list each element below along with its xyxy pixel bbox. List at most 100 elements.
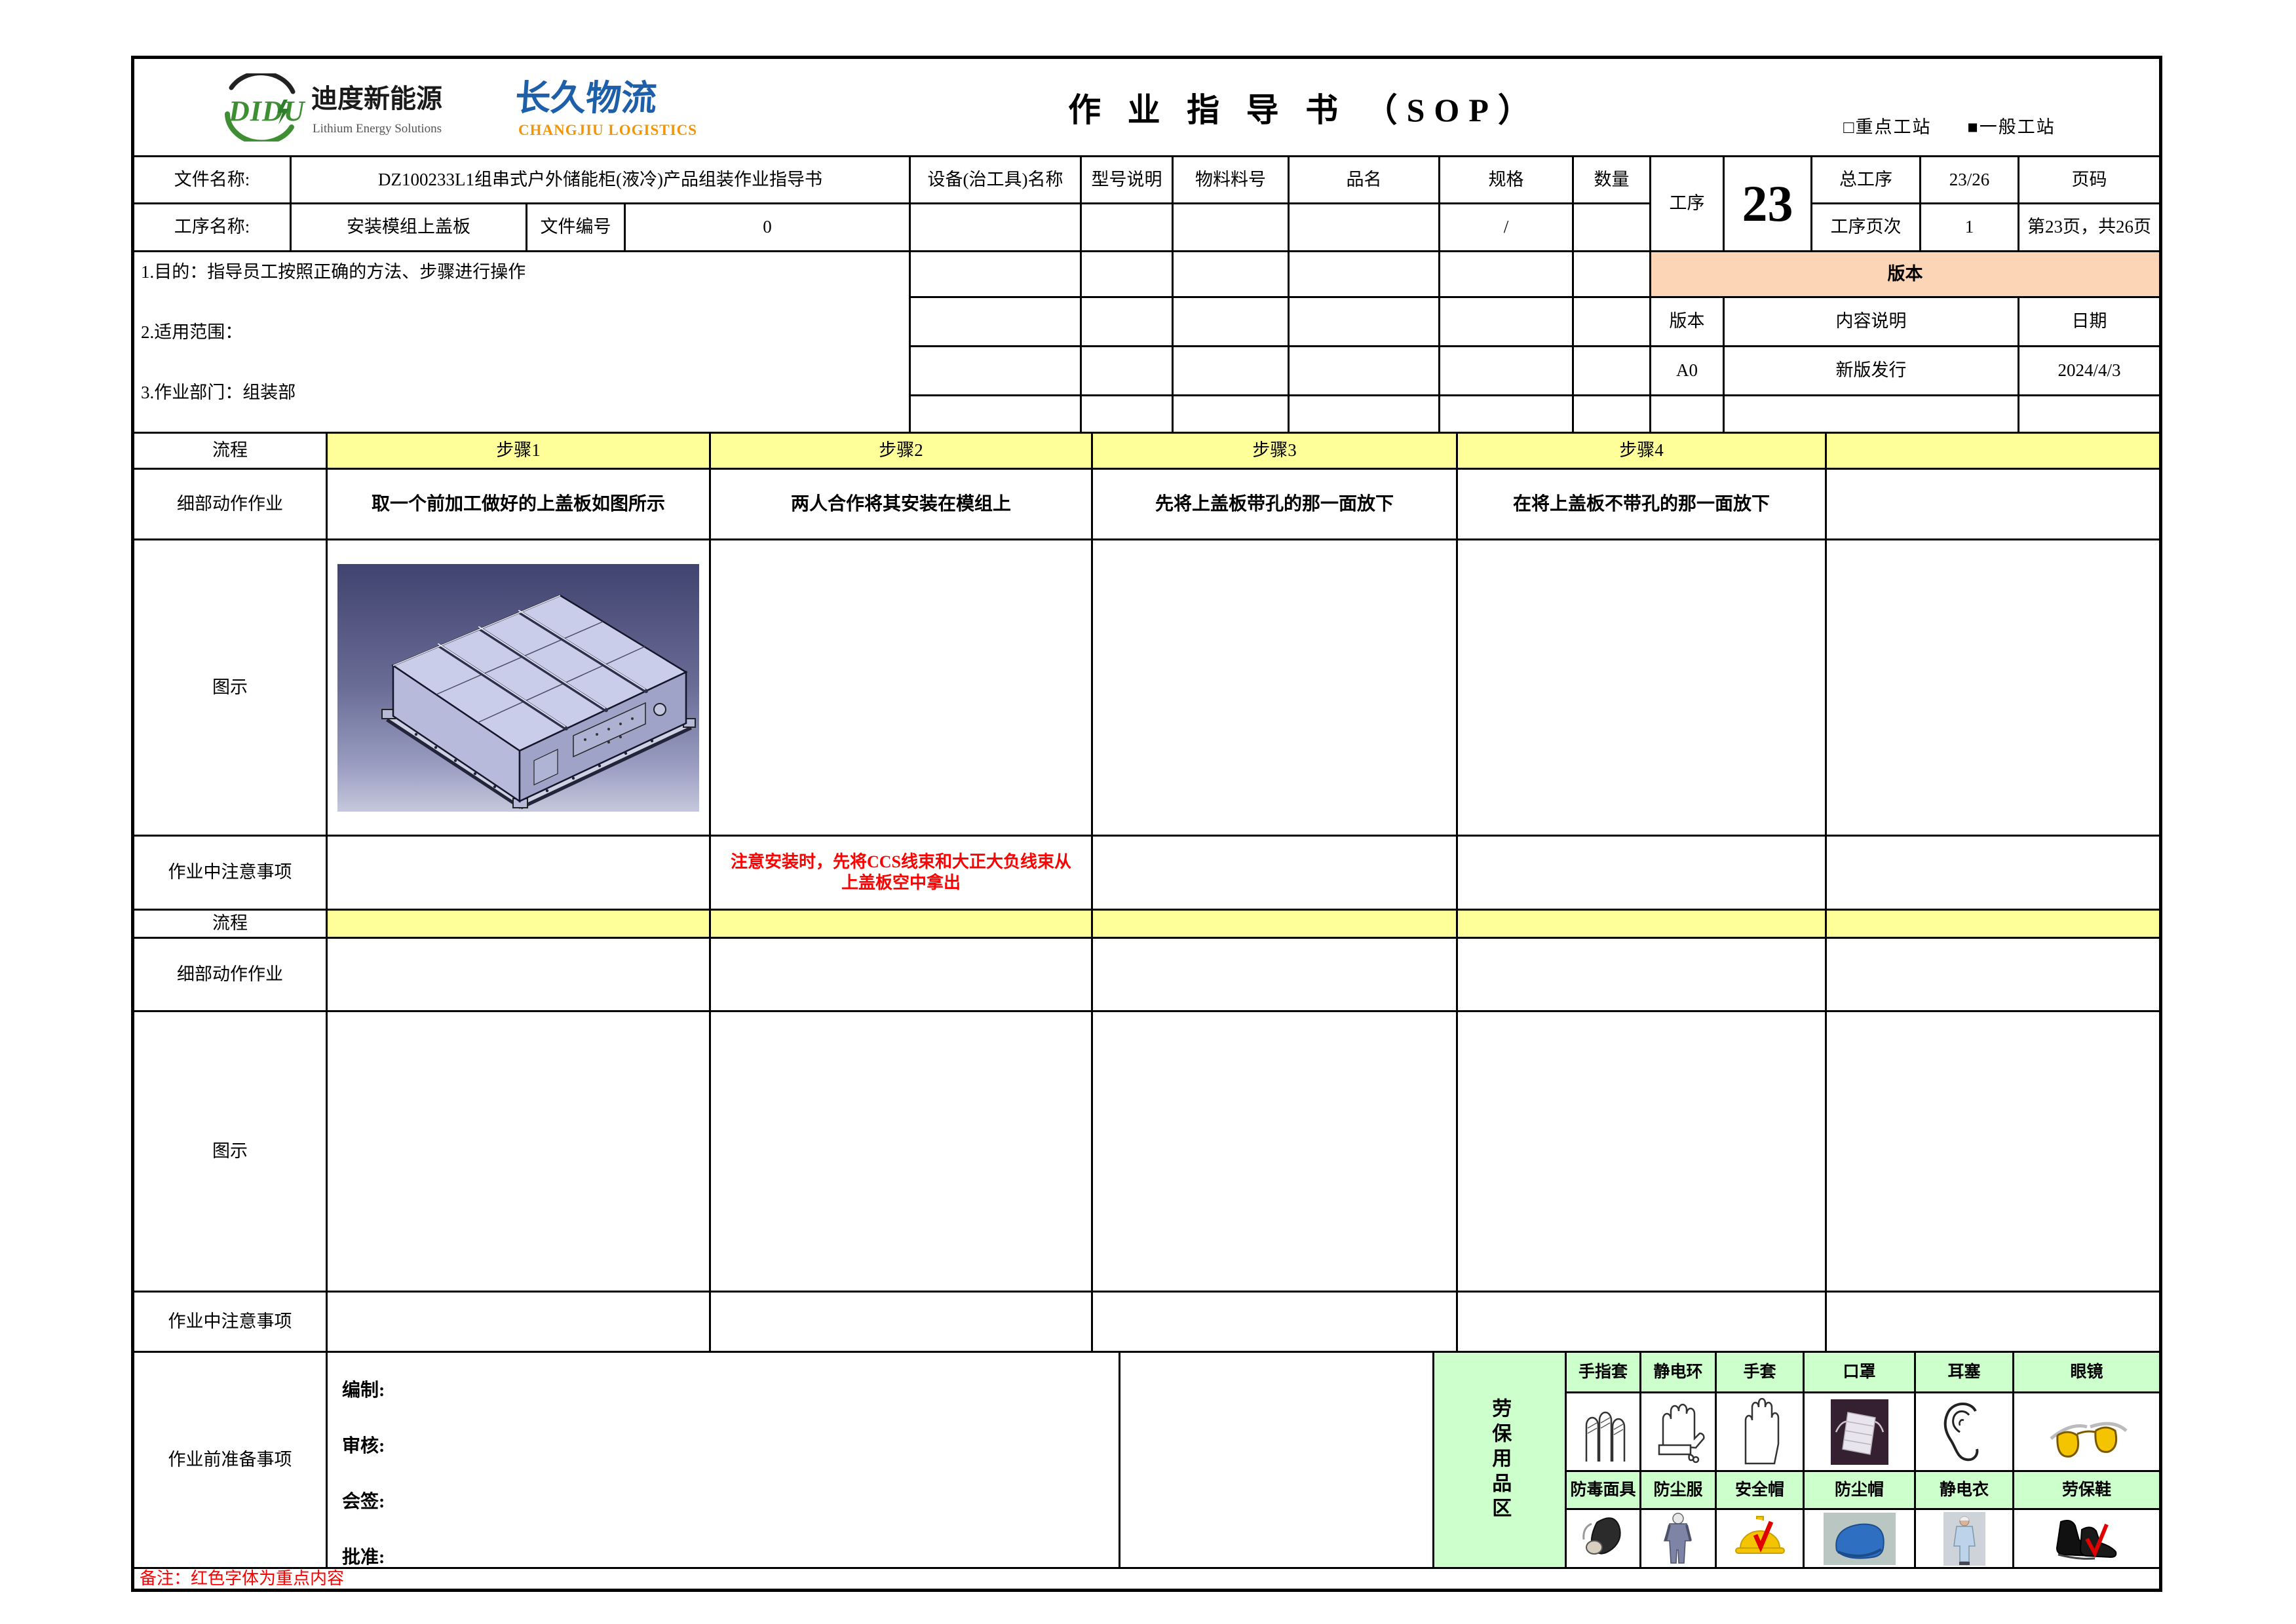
empty-cell bbox=[1574, 298, 1651, 347]
empty-cell bbox=[1093, 540, 1458, 837]
reviewed-by-label: 审核: bbox=[342, 1435, 385, 1458]
scope-line: 2.适用范围： bbox=[141, 322, 242, 344]
ppe-label-dust-suit: 防尘服 bbox=[1641, 1472, 1717, 1510]
empty-cell bbox=[1458, 1012, 1827, 1293]
doc-no-value: 0 bbox=[626, 204, 911, 252]
ear-icon bbox=[1935, 1398, 1994, 1466]
empty-cell bbox=[328, 837, 711, 911]
flow-label-2: 流程 bbox=[134, 911, 328, 939]
empty-step-header bbox=[1827, 911, 2159, 939]
ppe-label-helmet: 安全帽 bbox=[1717, 1472, 1805, 1510]
empty-cell bbox=[711, 1012, 1093, 1293]
doc-name-value: DZ100233L1组串式户外储能柜(液冷)产品组装作业指导书 bbox=[292, 157, 911, 204]
doc-name-label: 文件名称: bbox=[134, 157, 292, 204]
empty-cell bbox=[1827, 470, 2159, 540]
qty-label: 数量 bbox=[1574, 157, 1651, 204]
empty-cell bbox=[911, 252, 1082, 298]
empty-step-header bbox=[1458, 911, 1827, 939]
doc-no-label: 文件编号 bbox=[527, 204, 626, 252]
empty-cell bbox=[1827, 1293, 2159, 1353]
version-desc-label: 内容说明 bbox=[1725, 298, 2019, 347]
detail-action-label-2: 细部动作作业 bbox=[134, 939, 328, 1012]
diagram-label: 图示 bbox=[134, 540, 328, 837]
finger-cots-icon bbox=[1577, 1399, 1630, 1465]
caution-label-2: 作业中注意事项 bbox=[134, 1293, 328, 1353]
material-label: 物料料号 bbox=[1174, 157, 1290, 204]
station-type-legend: □重点工站 ■一般工站 bbox=[1740, 77, 2159, 138]
empty-cell bbox=[1440, 252, 1574, 298]
empty-cell bbox=[1458, 939, 1827, 1012]
empty-cell bbox=[1174, 298, 1290, 347]
page-seq-value: 1 bbox=[1921, 204, 2019, 252]
empty-cell bbox=[1093, 837, 1458, 911]
empty-cell bbox=[1093, 1012, 1458, 1293]
empty-cell bbox=[1082, 204, 1174, 252]
empty-cell bbox=[711, 1293, 1093, 1353]
empty-cell bbox=[1082, 347, 1174, 396]
empty-cell bbox=[1082, 298, 1174, 347]
header-band: DIDU 迪度新能源 Lithium Energy Solutions 长久物流… bbox=[134, 59, 2159, 157]
empty-cell bbox=[911, 298, 1082, 347]
empty-cell bbox=[1120, 1353, 1434, 1569]
ppe-icon-cell bbox=[1916, 1393, 2014, 1472]
empty-step-header bbox=[1827, 434, 2159, 470]
empty-cell bbox=[1082, 396, 1174, 434]
ppe-label-earplugs: 耳塞 bbox=[1916, 1353, 2014, 1393]
empty-cell bbox=[1093, 1293, 1458, 1353]
prep-label: 作业前准备事项 bbox=[134, 1353, 328, 1569]
spec-label: 规格 bbox=[1440, 157, 1574, 204]
ppe-icon-cell bbox=[1805, 1510, 1916, 1569]
footer-note: 备注：红色字体为重点内容 bbox=[134, 1569, 2159, 1589]
empty-cell bbox=[1574, 396, 1651, 434]
process-number: 23 bbox=[1725, 157, 1812, 252]
sop-sheet: DIDU 迪度新能源 Lithium Energy Solutions 长久物流… bbox=[0, 0, 2296, 1624]
step1-detail: 取一个前加工做好的上盖板如图所示 bbox=[328, 470, 711, 540]
empty-cell bbox=[1290, 252, 1440, 298]
empty-cell bbox=[1827, 837, 2159, 911]
empty-cell bbox=[1174, 204, 1290, 252]
spec-value: / bbox=[1440, 204, 1574, 252]
empty-cell bbox=[1458, 540, 1827, 837]
ppe-icon-cell bbox=[2014, 1393, 2159, 1472]
step1-header: 步骤1 bbox=[328, 434, 711, 470]
esd-wrist-strap-icon bbox=[1650, 1399, 1706, 1465]
empty-cell bbox=[328, 1012, 711, 1293]
general-station-checkbox: ■一般工站 bbox=[1968, 113, 2056, 138]
empty-cell bbox=[328, 939, 711, 1012]
total-process-label: 总工序 bbox=[1812, 157, 1921, 204]
ppe-label-respirator: 防毒面具 bbox=[1567, 1472, 1641, 1510]
prepared-by-label: 编制: bbox=[342, 1379, 385, 1402]
didu-logo-icon: DIDU 迪度新能源 Lithium Energy Solutions bbox=[213, 73, 488, 142]
empty-cell bbox=[1458, 1293, 1827, 1353]
department-line: 3.作业部门：组装部 bbox=[141, 382, 296, 404]
ppe-label-esd-strap: 静电环 bbox=[1641, 1353, 1717, 1393]
ppe-area-label: 劳保用品区 bbox=[1434, 1353, 1567, 1569]
caution-label: 作业中注意事项 bbox=[134, 837, 328, 911]
caution-step2-note: 注意安装时，先将CCS线束和大正大负线束从上盖板空中拿出 bbox=[711, 837, 1093, 911]
face-mask-icon bbox=[1828, 1398, 1891, 1466]
step-name-value: 安装模组上盖板 bbox=[292, 204, 527, 252]
step4-header: 步骤4 bbox=[1458, 434, 1827, 470]
step4-detail: 在将上盖板不带孔的那一面放下 bbox=[1458, 470, 1827, 540]
ppe-icon-cell bbox=[1717, 1510, 1805, 1569]
ppe-icon-cell bbox=[1567, 1510, 1641, 1569]
equipment-label: 设备(治工具)名称 bbox=[911, 157, 1082, 204]
diagram-label-2: 图示 bbox=[134, 1012, 328, 1293]
ppe-icon-cell bbox=[1805, 1393, 1916, 1472]
svg-text:长久物流: 长久物流 bbox=[514, 79, 658, 118]
empty-cell bbox=[1827, 540, 2159, 837]
empty-cell bbox=[1725, 396, 2019, 434]
step3-detail: 先将上盖板带孔的那一面放下 bbox=[1093, 470, 1458, 540]
empty-cell bbox=[1458, 837, 1827, 911]
empty-cell bbox=[711, 939, 1093, 1012]
flow-label: 流程 bbox=[134, 434, 328, 470]
page-number-label: 页码 bbox=[2019, 157, 2159, 204]
step3-header: 步骤3 bbox=[1093, 434, 1458, 470]
product-name-label: 品名 bbox=[1290, 157, 1440, 204]
countersign-label: 会签: bbox=[342, 1490, 385, 1513]
page-info-value: 第23页，共26页 bbox=[2019, 204, 2159, 252]
empty-cell bbox=[911, 396, 1082, 434]
ppe-icon-cell bbox=[1567, 1393, 1641, 1472]
safety-glasses-icon bbox=[2038, 1399, 2136, 1465]
empty-cell bbox=[1440, 347, 1574, 396]
